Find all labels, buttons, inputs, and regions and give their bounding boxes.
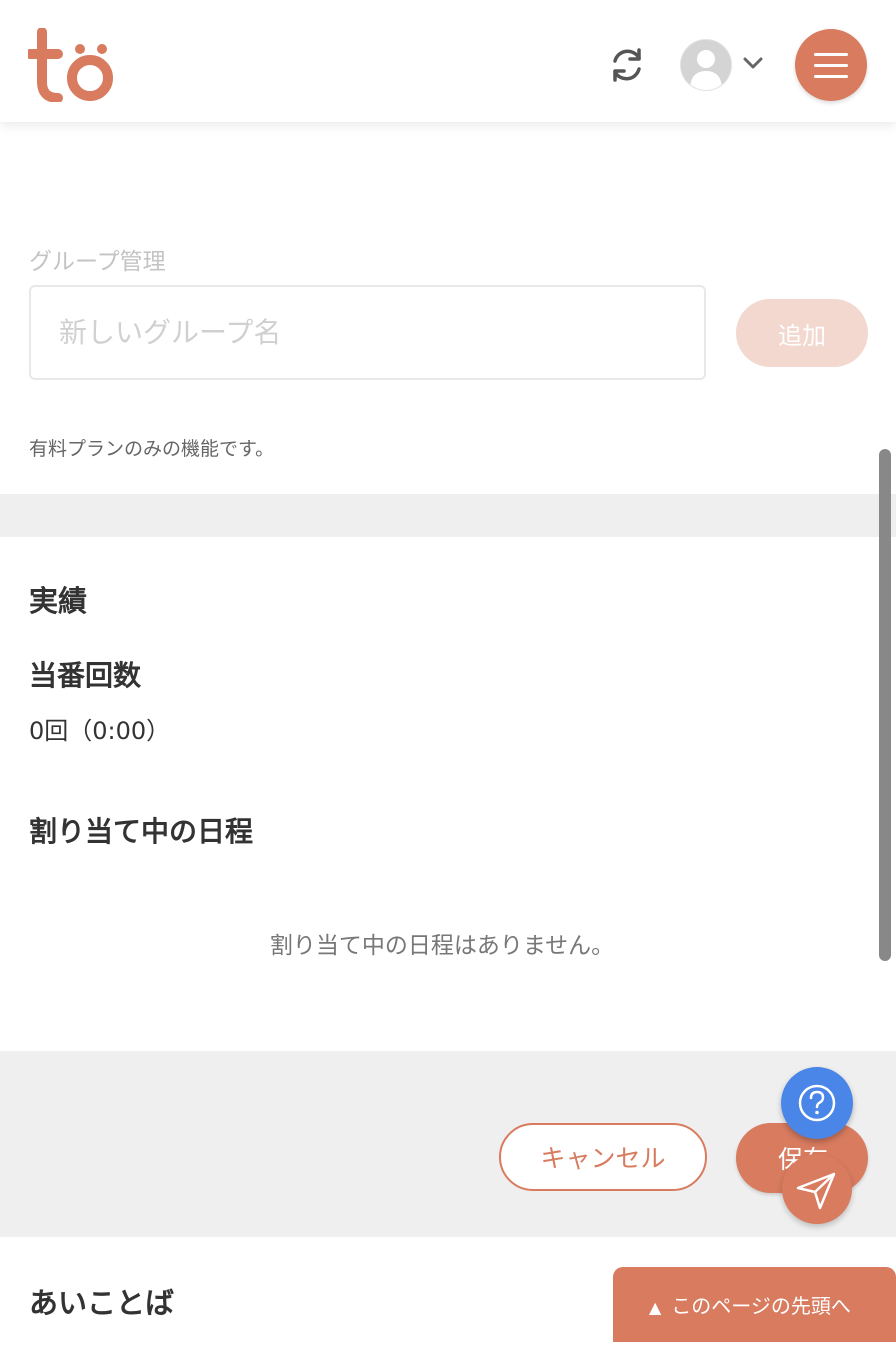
duty-count-label: 当番回数 — [29, 659, 142, 692]
menu-line-icon — [814, 75, 848, 78]
menu-line-icon — [814, 64, 848, 67]
scrollbar[interactable] — [879, 449, 891, 961]
menu-line-icon — [814, 53, 848, 56]
sync-icon[interactable] — [606, 44, 648, 86]
hamburger-menu-button[interactable] — [795, 29, 867, 101]
question-icon — [798, 1084, 836, 1122]
send-message-button[interactable] — [782, 1154, 852, 1224]
add-group-button[interactable]: 追加 — [736, 299, 868, 367]
group-management-label: グループ管理 — [29, 249, 166, 275]
empty-schedule-message: 割り当て中の日程はありません。 — [269, 933, 615, 959]
app-header — [0, 0, 896, 122]
user-silhouette-icon — [690, 50, 722, 90]
section-divider — [0, 494, 896, 537]
aikotoba-title: あいことば — [29, 1286, 175, 1320]
user-avatar[interactable] — [680, 39, 732, 91]
cancel-button[interactable]: キャンセル — [499, 1123, 707, 1191]
back-to-top-label: このページの先頭へ — [671, 1294, 851, 1318]
paper-plane-icon — [796, 1172, 836, 1210]
triangle-up-icon: ▲ — [649, 1298, 662, 1317]
paid-plan-note: 有料プランのみの機能です。 — [29, 438, 275, 460]
chevron-down-icon[interactable] — [742, 55, 764, 71]
assigned-schedule-label: 割り当て中の日程 — [29, 815, 254, 848]
duty-count-value: 0回（0:00） — [29, 717, 171, 745]
results-title: 実績 — [29, 584, 88, 618]
to-logo[interactable] — [28, 28, 118, 102]
help-button[interactable] — [781, 1067, 853, 1139]
back-to-top-button[interactable]: ▲ このページの先頭へ — [613, 1267, 896, 1342]
new-group-name-input[interactable] — [29, 285, 706, 380]
